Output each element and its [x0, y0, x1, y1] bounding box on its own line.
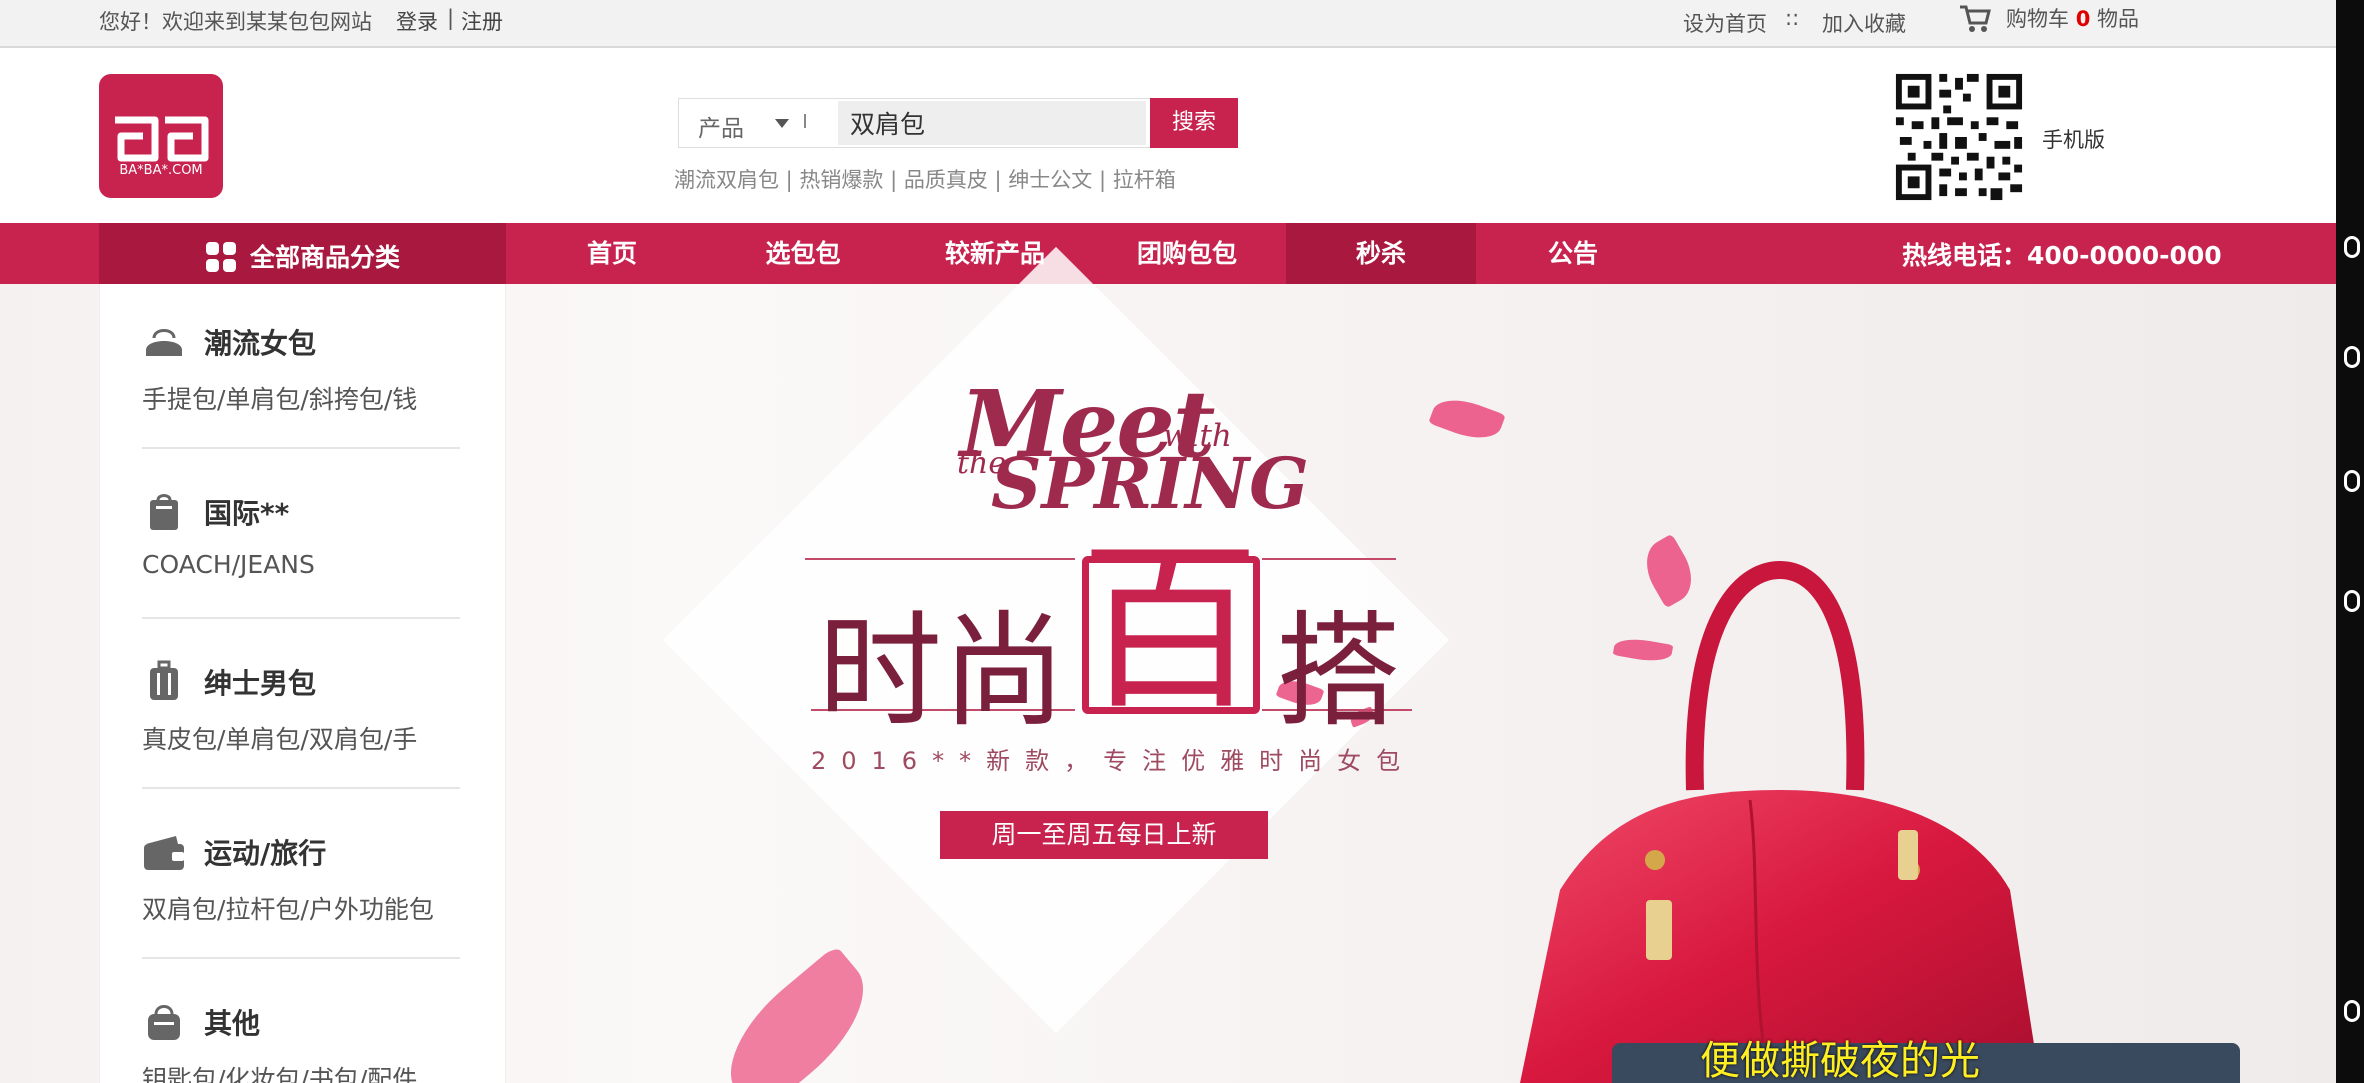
handbag-icon — [146, 329, 182, 356]
feedback-icon[interactable] — [2344, 590, 2360, 612]
category-title: 运动/旅行 — [204, 837, 327, 870]
qr-code-icon — [1892, 70, 2026, 204]
login-link[interactable]: 登录 — [396, 6, 438, 36]
headline-left: 时尚 — [818, 600, 1067, 744]
separator-dots: :: — [1785, 6, 1800, 30]
nav-item-choose-bag[interactable]: 选包包 — [708, 223, 898, 284]
category-divider — [142, 957, 460, 959]
hotline-text: 热线电话：400-0000-000 — [1902, 241, 2222, 270]
nav-item-group-buy[interactable]: 团购包包 — [1092, 223, 1282, 284]
set-homepage-link[interactable]: 设为首页 — [1683, 8, 1767, 38]
divider: | — [447, 6, 455, 30]
text-cursor — [804, 114, 806, 128]
mobile-version-link[interactable]: 手机版 — [2042, 124, 2105, 154]
suitcase-icon — [150, 660, 178, 700]
headline-center: 百 — [1080, 525, 1261, 734]
cart-link[interactable]: 购物车 0 物品 — [2006, 3, 2139, 33]
help-icon[interactable] — [2344, 470, 2360, 492]
nav-item-announcement[interactable]: 公告 — [1478, 223, 1668, 284]
wallet-icon — [144, 836, 184, 870]
top-bar: 您好！欢迎来到某某包包网站 登录 | 注册 设为首页 :: 加入收藏 购物车 0… — [0, 0, 2336, 48]
spring-text: SPRING — [991, 442, 1309, 525]
logo-mark-icon — [115, 116, 209, 162]
banner-slogan: 2016**新款，专注优雅时尚女包 — [811, 747, 1416, 775]
video-caption: 便做撕破夜的光 — [1700, 1038, 1980, 1083]
user-icon[interactable] — [2344, 236, 2360, 258]
welcome-text: 您好！欢迎来到某某包包网站 — [99, 10, 372, 34]
register-link[interactable]: 注册 — [461, 6, 503, 36]
side-toolbar — [2336, 0, 2364, 1083]
logo-text: BA*BA*.COM — [119, 163, 203, 178]
category-title: 国际** — [204, 497, 290, 530]
category-subitems[interactable]: 手提包/单肩包/斜挎包/钱 — [142, 380, 417, 416]
category-subitems[interactable]: COACH/JEANS — [142, 550, 315, 579]
search-input[interactable] — [838, 101, 1146, 145]
category-divider — [142, 447, 460, 449]
top-icon[interactable] — [2344, 1000, 2360, 1022]
bag-icon — [148, 1005, 180, 1040]
shopping-bag-icon — [150, 494, 178, 530]
headline-divider — [805, 558, 1075, 560]
category-subitems[interactable]: 钥匙包/化妆包/书包/配件 — [142, 1060, 417, 1083]
category-divider — [142, 787, 460, 789]
new-arrivals-button[interactable]: 周一至周五每日上新 — [940, 811, 1268, 859]
all-categories-label: 全部商品分类 — [250, 243, 401, 272]
category-title: 其他 — [204, 1007, 261, 1040]
category-subitems[interactable]: 双肩包/拉杆包/户外功能包 — [142, 890, 434, 926]
cart-unit: 物品 — [2097, 7, 2139, 31]
category-title: 潮流女包 — [204, 327, 317, 360]
hot-search-words[interactable]: 潮流双肩包 | 热销爆款 | 品质真皮 | 绅士公文 | 拉杆箱 — [674, 164, 1176, 194]
search-category-select[interactable]: 产品 — [698, 109, 744, 143]
chevron-down-icon[interactable] — [775, 119, 789, 128]
grid-icon — [206, 242, 236, 272]
add-favorite-link[interactable]: 加入收藏 — [1822, 8, 1906, 38]
headline-right: 搭 — [1276, 600, 1401, 744]
category-subitems[interactable]: 真皮包/单肩包/双肩包/手 — [142, 720, 417, 756]
service-icon[interactable] — [2344, 346, 2360, 368]
cart-label: 购物车 — [2006, 7, 2069, 31]
all-categories-button[interactable]: 全部商品分类 — [99, 223, 506, 284]
cart-count: 0 — [2075, 7, 2091, 31]
handbag-product-image[interactable] — [1450, 560, 2090, 1083]
category-title: 绅士男包 — [204, 667, 317, 700]
nav-item-home[interactable]: 首页 — [517, 223, 707, 284]
nav-item-flash-sale[interactable]: 秒杀 — [1286, 223, 1476, 284]
category-divider — [142, 617, 460, 619]
search-button[interactable]: 搜索 — [1150, 98, 1238, 148]
headline-divider — [1262, 558, 1396, 560]
cart-icon[interactable] — [1958, 3, 1992, 33]
site-logo[interactable]: BA*BA*.COM — [99, 74, 223, 198]
